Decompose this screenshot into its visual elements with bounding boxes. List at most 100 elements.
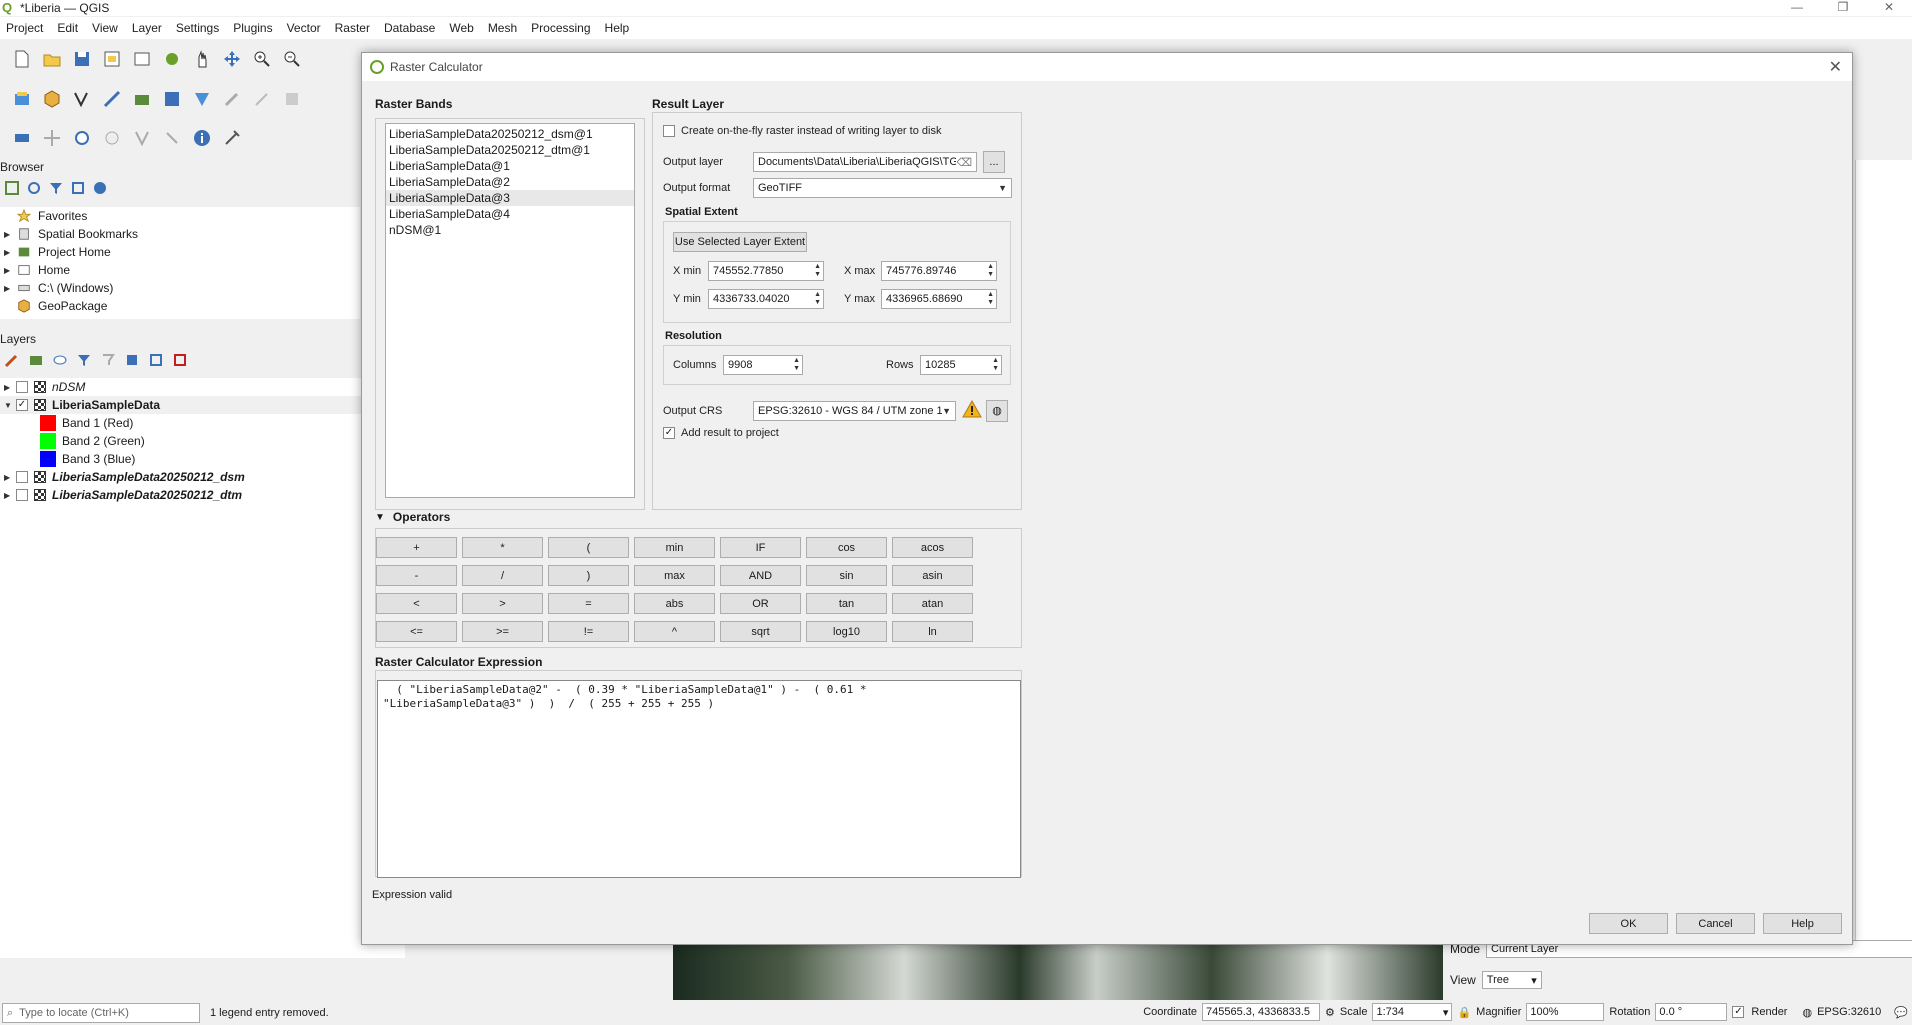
operator-button[interactable]: max: [634, 565, 715, 586]
layer-visibility-checkbox[interactable]: [16, 471, 28, 483]
new-vector-tile-icon[interactable]: [190, 87, 214, 111]
new-temporary-layer-icon[interactable]: [130, 87, 154, 111]
view-select[interactable]: Tree ▾: [1481, 971, 1542, 989]
menu-view[interactable]: View: [92, 21, 118, 35]
dialog-close-icon[interactable]: ✕: [1829, 57, 1842, 77]
raster-band-item[interactable]: LiberiaSampleData@4: [386, 206, 634, 222]
browser-item-home[interactable]: ▶ Home: [0, 261, 360, 279]
edit-pencil-icon[interactable]: [250, 87, 274, 111]
operator-button[interactable]: ): [548, 565, 629, 586]
processing-toolbox-icon[interactable]: [220, 126, 244, 150]
raster-band-item[interactable]: LiberiaSampleData@1: [386, 158, 634, 174]
collapse-all-icon[interactable]: [148, 352, 164, 368]
expand-arrow-icon[interactable]: ▶: [4, 248, 16, 257]
menu-layer[interactable]: Layer: [132, 21, 162, 35]
output-layer-input[interactable]: Documents\Data\Liberia\LiberiaQGIS\TGI ⌫: [753, 152, 977, 172]
manage-visibility-icon[interactable]: [52, 352, 68, 368]
select-features-icon[interactable]: [70, 126, 94, 150]
rotation-input[interactable]: 0.0 °: [1655, 1003, 1728, 1021]
operator-button[interactable]: !=: [548, 621, 629, 642]
add-group-icon[interactable]: [28, 352, 44, 368]
operator-button[interactable]: asin: [892, 565, 973, 586]
raster-band-item[interactable]: nDSM@1: [386, 222, 634, 238]
expand-all-icon[interactable]: [124, 352, 140, 368]
toggle-extents-icon[interactable]: ⚙: [1325, 1006, 1335, 1019]
save-project-icon[interactable]: [70, 47, 94, 71]
menu-help[interactable]: Help: [605, 21, 630, 35]
lock-scale-icon[interactable]: 🔒: [1457, 1006, 1471, 1019]
filter-icon[interactable]: [48, 180, 64, 196]
pan-icon[interactable]: [190, 47, 214, 71]
cancel-button[interactable]: Cancel: [1676, 913, 1755, 934]
menu-vector[interactable]: Vector: [287, 21, 321, 35]
new-spatialite-icon[interactable]: [100, 87, 124, 111]
on-the-fly-checkbox[interactable]: [663, 125, 675, 137]
xmin-input[interactable]: 745552.77850 ▲ ▼: [708, 261, 824, 281]
operator-button[interactable]: tan: [806, 593, 887, 614]
close-window-button[interactable]: ✕: [1866, 0, 1912, 14]
refresh-icon[interactable]: [26, 180, 42, 196]
browser-item-spatial-bookmarks[interactable]: ▶ Spatial Bookmarks: [0, 225, 360, 243]
new-shapefile-icon[interactable]: [70, 87, 94, 111]
style-layer-icon[interactable]: [4, 352, 20, 368]
operator-button[interactable]: acos: [892, 537, 973, 558]
magnifier-input[interactable]: 100%: [1526, 1003, 1605, 1021]
operators-header[interactable]: ▼ Operators: [375, 510, 450, 524]
layer-item-dtm[interactable]: ▶ LiberiaSampleData20250212_dtm: [0, 486, 405, 504]
menu-database[interactable]: Database: [384, 21, 435, 35]
menu-raster[interactable]: Raster: [335, 21, 370, 35]
minimize-button[interactable]: —: [1774, 0, 1820, 14]
browser-item-geopackage[interactable]: GeoPackage: [0, 297, 360, 315]
messages-icon[interactable]: 💬: [1894, 1006, 1908, 1019]
menu-plugins[interactable]: Plugins: [233, 21, 272, 35]
browser-item-project-home[interactable]: ▶ Project Home: [0, 243, 360, 261]
output-format-select[interactable]: GeoTIFF ▼: [753, 178, 1012, 198]
ymin-input[interactable]: 4336733.04020 ▲ ▼: [708, 289, 824, 309]
menu-settings[interactable]: Settings: [176, 21, 219, 35]
layer-item-dsm[interactable]: ▶ LiberiaSampleData20250212_dsm: [0, 468, 405, 486]
operator-button[interactable]: sqrt: [720, 621, 801, 642]
layer-visibility-checkbox[interactable]: [16, 489, 28, 501]
new-project-icon[interactable]: [10, 47, 34, 71]
raster-band-item[interactable]: LiberiaSampleData20250212_dsm@1: [386, 126, 634, 142]
raster-band-item[interactable]: LiberiaSampleData@2: [386, 174, 634, 190]
spin-arrows-icon[interactable]: ▲ ▼: [987, 291, 994, 307]
spin-arrows-icon[interactable]: ▲ ▼: [814, 263, 821, 279]
open-project-icon[interactable]: [40, 47, 64, 71]
menu-processing[interactable]: Processing: [531, 21, 590, 35]
browse-button[interactable]: ...: [983, 151, 1005, 173]
collapse-triangle-icon[interactable]: ▼: [375, 512, 385, 523]
operator-button[interactable]: /: [462, 565, 543, 586]
layout-manager-icon[interactable]: [130, 47, 154, 71]
menu-edit[interactable]: Edit: [57, 21, 78, 35]
layer-item-liberiasampledata[interactable]: ▼ ✓ LiberiaSampleData: [0, 396, 405, 414]
xmax-input[interactable]: 745776.89746 ▲ ▼: [881, 261, 997, 281]
add-result-checkbox[interactable]: ✓: [663, 427, 675, 439]
operator-button[interactable]: ^: [634, 621, 715, 642]
operator-button[interactable]: <: [376, 593, 457, 614]
operator-button[interactable]: ln: [892, 621, 973, 642]
save-edits-icon[interactable]: [280, 87, 304, 111]
digitize-icon[interactable]: [220, 87, 244, 111]
move-feature-icon[interactable]: [40, 126, 64, 150]
collapse-arrow-icon[interactable]: ▼: [4, 401, 16, 410]
select-by-expression-icon[interactable]: [130, 126, 154, 150]
identify-features-icon[interactable]: [10, 126, 34, 150]
operator-button[interactable]: >=: [462, 621, 543, 642]
operator-button[interactable]: min: [634, 537, 715, 558]
operator-button[interactable]: =: [548, 593, 629, 614]
new-print-layout-icon[interactable]: [100, 47, 124, 71]
add-selected-layers-icon[interactable]: [4, 180, 20, 196]
collapse-all-icon[interactable]: [70, 180, 86, 196]
spin-arrows-icon[interactable]: ▲ ▼: [793, 357, 800, 373]
select-by-value-icon[interactable]: [100, 126, 124, 150]
output-crs-select[interactable]: EPSG:32610 - WGS 84 / UTM zone 1 ▼: [753, 400, 956, 421]
operator-button[interactable]: sin: [806, 565, 887, 586]
zoom-out-icon[interactable]: [280, 47, 304, 71]
locator-search-input[interactable]: ⌕ Type to locate (Ctrl+K): [2, 1003, 200, 1023]
raster-band-item[interactable]: LiberiaSampleData20250212_dtm@1: [386, 142, 634, 158]
expand-arrow-icon[interactable]: ▶: [4, 230, 16, 239]
data-source-manager-icon[interactable]: [10, 87, 34, 111]
expand-arrow-icon[interactable]: ▶: [4, 383, 16, 392]
expression-textarea[interactable]: ( "LiberiaSampleData@2" - ( 0.39 * "Libe…: [377, 680, 1021, 878]
